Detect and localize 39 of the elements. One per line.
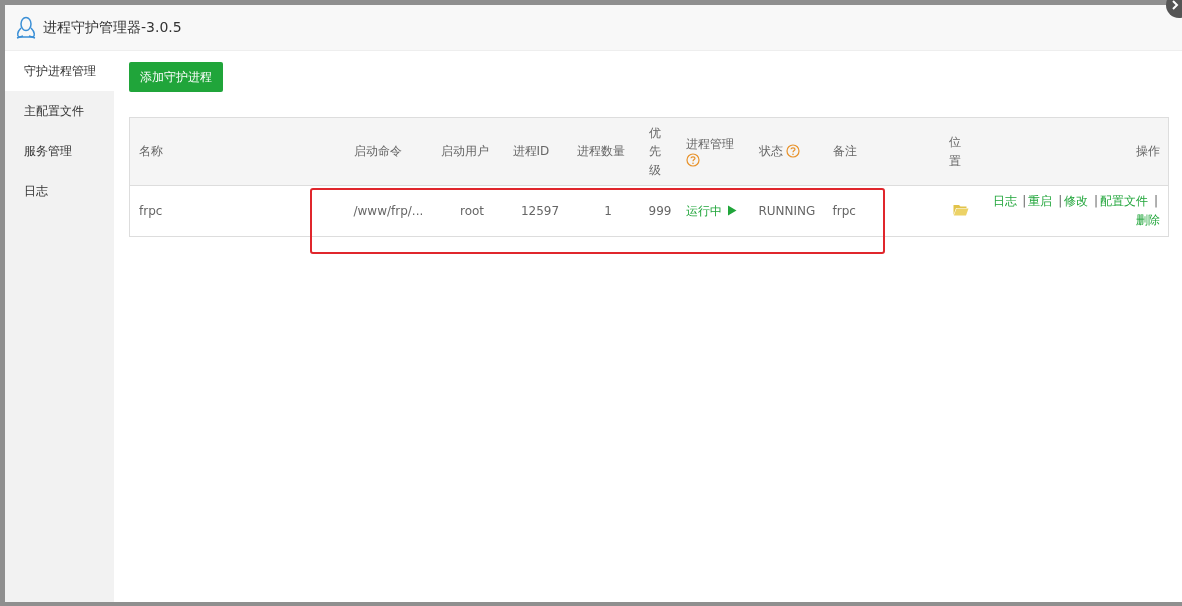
sidebar-item[interactable]: 服务管理 — [5, 131, 114, 171]
add-process-button[interactable]: 添加守护进程 — [129, 62, 223, 92]
sidebar-item[interactable]: 主配置文件 — [5, 91, 114, 131]
column-header: 名称 — [139, 144, 163, 158]
column-header: 操作 — [1136, 144, 1160, 158]
folder-icon[interactable] — [953, 203, 969, 216]
column-header: 进程ID — [512, 144, 550, 158]
run-state-link[interactable]: 运行中 — [685, 203, 738, 218]
separator: | — [1022, 193, 1027, 208]
sidebar-item[interactable]: 守护进程管理 — [5, 51, 114, 91]
table-cell: frpc — [832, 204, 856, 218]
table-cell: root — [459, 204, 485, 218]
column-header: 启动命令 — [353, 144, 402, 158]
action-link[interactable]: 修改 — [1064, 193, 1089, 208]
table-cell: RUNNING — [758, 204, 816, 218]
separator: | — [1094, 193, 1099, 208]
column-header: 进程管理 — [685, 136, 735, 153]
column-header: 进程数量 — [576, 144, 625, 158]
table-cell: 1 — [604, 204, 612, 218]
table-cell: frpc — [139, 204, 163, 218]
help-icon[interactable] — [685, 153, 700, 167]
action-link[interactable]: 重启 — [1028, 193, 1053, 208]
table-cell: /www/frp/... — [353, 204, 424, 218]
separator: | — [1153, 193, 1158, 208]
column-header: 状态 — [758, 144, 783, 158]
separator: | — [1058, 193, 1063, 208]
action-link[interactable]: 删除 — [1136, 213, 1160, 227]
window-title: 进程守护管理器-3.0.5 — [43, 18, 182, 37]
action-link[interactable]: 配置文件 — [1100, 193, 1149, 208]
action-link[interactable]: 日志 — [992, 193, 1017, 208]
column-header: 位置 — [948, 133, 961, 170]
column-header: 备注 — [832, 144, 857, 158]
column-header: 优先级 — [648, 124, 661, 179]
table-cell: 999 — [648, 204, 672, 218]
play-icon — [727, 204, 738, 216]
column-header: 启动用户 — [440, 144, 489, 158]
help-icon[interactable] — [786, 144, 801, 158]
sidebar-item[interactable]: 日志 — [5, 171, 114, 211]
table-cell: 12597 — [520, 204, 560, 218]
